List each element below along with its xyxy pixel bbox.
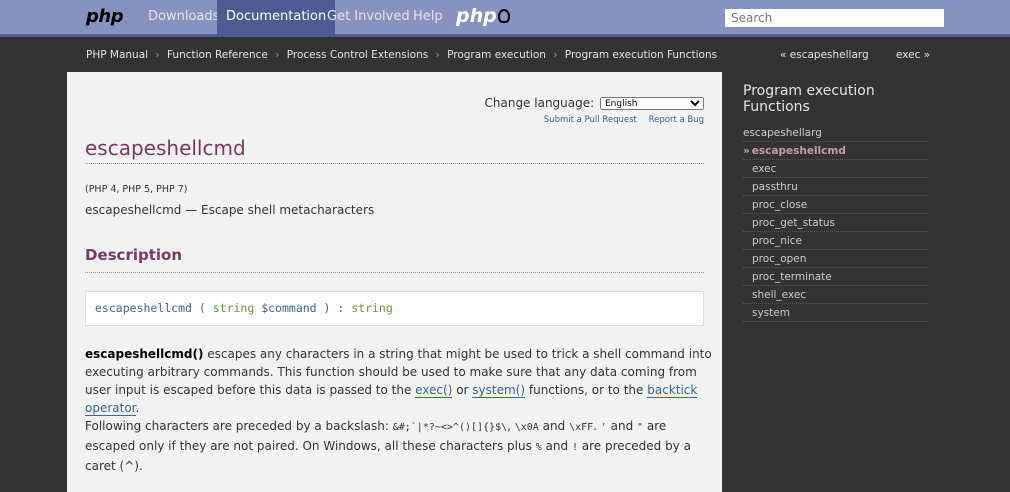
sidebar-item-proc-terminate[interactable]: proc_terminate <box>743 268 927 286</box>
synopsis-close-paren: ) : <box>316 301 352 315</box>
escaped-characters-paragraph: Following characters are preceded by a b… <box>85 417 715 475</box>
report-bug-link[interactable]: Report a Bug <box>649 115 704 125</box>
xff-code: \xFF <box>569 422 594 433</box>
breadcrumb-program-execution-functions[interactable]: Program execution Functions <box>565 49 717 61</box>
change-language-label: Change language: <box>484 96 595 110</box>
synopsis-param-name: $command <box>261 301 317 315</box>
breadcrumb: PHP Manual › Function Reference › Proces… <box>86 49 717 61</box>
para-text: , <box>507 419 515 433</box>
breadcrumb-function-reference[interactable]: Function Reference <box>167 49 268 61</box>
method-synopsis: escapeshellcmd ( string $command ) : str… <box>85 291 704 326</box>
sidebar-item-shell-exec[interactable]: shell_exec <box>743 286 927 304</box>
x0a-code: \x0A <box>514 422 539 433</box>
description-paragraph: escapeshellcmd() escapes any characters … <box>85 345 715 417</box>
ref-purpose: escapeshellcmd — Escape shell metacharac… <box>85 203 375 217</box>
description-heading: Description <box>85 246 183 264</box>
sidebar-item-passthru[interactable]: passthru <box>743 178 927 196</box>
para-text: Following characters are preceded by a b… <box>85 419 393 433</box>
version-info: (PHP 4, PHP 5, PHP 7) <box>85 184 188 195</box>
sidebar-item-system[interactable]: system <box>743 304 927 322</box>
edit-links: Submit a Pull Request Report a Bug <box>535 115 704 125</box>
nav-help[interactable]: Help <box>404 0 452 34</box>
sidebar-item-escapeshellcmd[interactable]: » escapeshellcmd <box>743 142 927 160</box>
breadcrumb-separator: › <box>435 49 440 61</box>
sidebar: Program execution Functions escapeshella… <box>743 83 927 322</box>
nav-downloads[interactable]: Downloads <box>139 0 228 34</box>
para-text: . <box>135 401 140 415</box>
php8-logo[interactable]: php <box>456 5 510 27</box>
change-language: Change language: English <box>484 96 704 110</box>
caret-char: ^ <box>124 459 135 473</box>
synopsis-param-type: string <box>212 301 255 315</box>
sidebar-item-label: escapeshellcmd <box>751 145 846 157</box>
para-text: ). <box>134 459 143 473</box>
top-navbar: php Downloads Documentation Get Involved… <box>0 0 1010 37</box>
breadcrumb-separator: › <box>155 49 160 61</box>
elephant-icon <box>497 9 510 23</box>
para-text: and <box>538 419 570 433</box>
sidebar-item-proc-nice[interactable]: proc_nice <box>743 232 927 250</box>
function-name-bold: escapeshellcmd() <box>85 347 204 361</box>
php-logo[interactable]: php <box>86 6 124 27</box>
divider <box>85 272 704 273</box>
php8-logo-text: php <box>456 5 497 27</box>
submit-pull-request-link[interactable]: Submit a Pull Request <box>544 115 637 125</box>
breadcrumb-bar: PHP Manual › Function Reference › Proces… <box>0 40 1010 72</box>
system-link[interactable]: system() <box>472 383 526 398</box>
sidebar-item-escapeshellarg[interactable]: escapeshellarg <box>743 124 927 142</box>
language-select[interactable]: English <box>600 97 704 110</box>
synopsis-open-paren: ( <box>191 301 213 315</box>
synopsis-return-type: string <box>351 301 393 315</box>
synopsis-function-name: escapeshellcmd <box>95 301 192 315</box>
main-content: Change language: English Submit a Pull R… <box>67 72 722 492</box>
para-text: and <box>541 439 572 453</box>
para-text: and <box>606 419 638 433</box>
current-marker: » <box>743 145 750 157</box>
escaped-chars-code: &#;`|*?~<>^()[]{}$\ <box>392 422 508 433</box>
page-title: escapeshellcmd <box>85 136 246 160</box>
prev-page-link[interactable]: « escapeshellarg <box>780 49 869 61</box>
next-page-link[interactable]: exec » <box>896 49 930 61</box>
exec-link[interactable]: exec() <box>415 383 453 398</box>
sidebar-heading: Program execution Functions <box>743 83 875 115</box>
breadcrumb-separator: › <box>553 49 558 61</box>
para-text: . <box>593 419 601 433</box>
para-text: functions, or to the <box>525 383 648 397</box>
sidebar-item-proc-open[interactable]: proc_open <box>743 250 927 268</box>
breadcrumb-program-execution[interactable]: Program execution <box>447 49 546 61</box>
para-text: or <box>452 383 473 397</box>
breadcrumb-php-manual[interactable]: PHP Manual <box>86 49 148 61</box>
breadcrumb-process-control[interactable]: Process Control Extensions <box>287 49 428 61</box>
sidebar-item-proc-close[interactable]: proc_close <box>743 196 927 214</box>
breadcrumb-separator: › <box>275 49 280 61</box>
sidebar-item-proc-get-status[interactable]: proc_get_status <box>743 214 927 232</box>
sidebar-item-exec[interactable]: exec <box>743 160 927 178</box>
divider <box>85 163 704 164</box>
search-input[interactable] <box>725 9 944 27</box>
